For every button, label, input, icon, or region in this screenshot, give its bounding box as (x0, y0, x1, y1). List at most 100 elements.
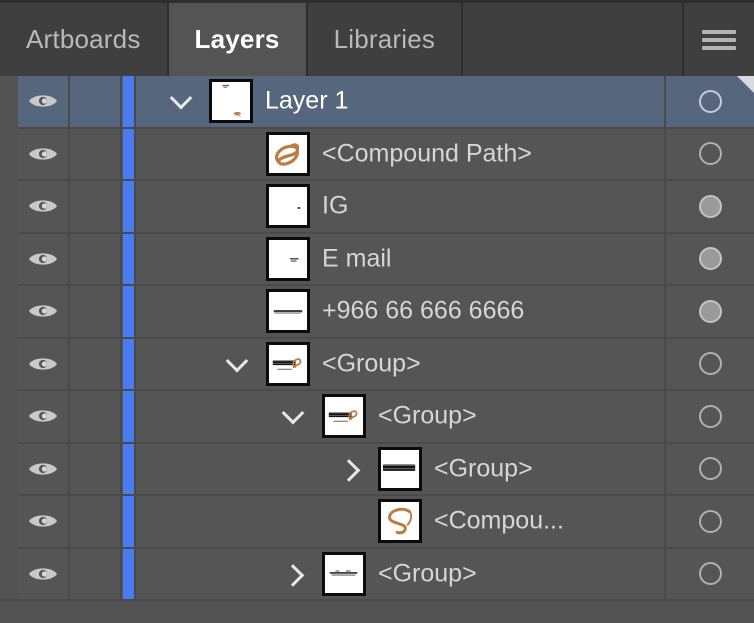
lock-toggle[interactable] (70, 496, 122, 547)
layer-name-label[interactable]: IG (322, 192, 348, 221)
layer-thumbnail[interactable] (378, 499, 422, 544)
layer-thumbnail[interactable] (378, 446, 422, 491)
target-circle[interactable] (698, 89, 722, 113)
layer-thumbnail[interactable] (266, 341, 310, 386)
layer-row[interactable]: <Group> (18, 338, 754, 391)
eye-icon (28, 512, 58, 530)
target-circle-filled[interactable] (698, 247, 722, 271)
layer-row[interactable]: <Compou... (18, 496, 754, 549)
layer-name-label[interactable]: <Compou... (434, 507, 564, 536)
target-column[interactable] (666, 339, 754, 390)
eye-icon (28, 145, 58, 163)
chevron-glyph (281, 563, 305, 587)
target-circle[interactable] (698, 404, 722, 428)
layer-name-label[interactable]: Layer 1 (265, 87, 348, 116)
selection-corner-marker (737, 76, 754, 93)
target-column[interactable] (666, 286, 754, 337)
layer-row[interactable]: +966 66 666 6666 (18, 286, 754, 339)
target-column[interactable] (666, 496, 754, 547)
visibility-toggle[interactable] (18, 76, 70, 127)
layer-name-label[interactable]: <Group> (378, 559, 477, 588)
chevron-right-icon[interactable] (280, 561, 306, 587)
target-column[interactable] (666, 181, 754, 232)
lock-toggle[interactable] (70, 338, 122, 389)
layers-list-container: Layer 1 <Compound Path> IG E mail +966 66 66… (0, 76, 754, 623)
tab-libraries[interactable]: Libraries (307, 3, 464, 76)
target-circle[interactable] (698, 142, 722, 166)
eye-icon (28, 565, 58, 583)
layer-thumbnail[interactable] (209, 79, 253, 124)
layer-row[interactable]: <Group> (18, 548, 754, 601)
target-column[interactable] (666, 234, 754, 285)
lock-toggle[interactable] (70, 233, 122, 284)
layer-thumbnail[interactable] (266, 289, 310, 334)
layer-thumbnail[interactable] (322, 394, 366, 439)
lock-toggle[interactable] (70, 181, 122, 232)
layer-name-label[interactable]: E mail (322, 244, 391, 273)
lock-toggle[interactable] (70, 391, 122, 442)
panel-menu-button[interactable] (684, 3, 754, 76)
layer-row[interactable]: <Compound Path> (18, 128, 754, 181)
tab-artboards[interactable]: Artboards (0, 3, 169, 76)
layer-color-swatch (122, 338, 134, 389)
visibility-toggle[interactable] (18, 496, 70, 547)
visibility-toggle[interactable] (18, 233, 70, 284)
layer-name-label[interactable]: <Compound Path> (322, 139, 532, 168)
layers-list: Layer 1 <Compound Path> IG E mail +966 66 66… (18, 76, 754, 601)
chevron-down-icon[interactable] (224, 349, 250, 377)
layer-thumbnail[interactable] (266, 236, 310, 281)
lock-toggle[interactable] (70, 443, 122, 494)
visibility-toggle[interactable] (18, 128, 70, 179)
target-circle[interactable] (698, 457, 722, 481)
tab-layers[interactable]: Layers (168, 3, 308, 76)
target-circle-filled[interactable] (698, 194, 722, 218)
target-circle[interactable] (698, 352, 722, 376)
target-column[interactable] (666, 129, 754, 180)
layer-color-swatch (122, 548, 134, 599)
target-column[interactable] (666, 549, 754, 600)
target-column[interactable] (666, 444, 754, 495)
layer-color-swatch (122, 181, 134, 232)
lock-toggle[interactable] (70, 286, 122, 337)
chevron-right-icon[interactable] (336, 456, 362, 482)
layer-color-strip (122, 443, 136, 494)
visibility-toggle[interactable] (18, 443, 70, 494)
layer-row[interactable]: <Group> (18, 443, 754, 496)
visibility-toggle[interactable] (18, 286, 70, 337)
visibility-toggle[interactable] (18, 548, 70, 599)
target-circle[interactable] (698, 509, 722, 533)
layer-row[interactable]: E mail (18, 233, 754, 286)
layer-name-label[interactable]: <Group> (322, 349, 421, 378)
layer-name-label[interactable]: <Group> (434, 454, 533, 483)
layer-thumbnail[interactable] (266, 184, 310, 229)
layer-row-content: <Group> (136, 391, 666, 442)
layer-color-swatch (122, 76, 134, 127)
lock-toggle[interactable] (70, 548, 122, 599)
layer-row-content: <Compou... (136, 496, 666, 547)
layer-row[interactable]: Layer 1 (18, 76, 754, 129)
visibility-toggle[interactable] (18, 181, 70, 232)
visibility-toggle[interactable] (18, 338, 70, 389)
target-column[interactable] (666, 391, 754, 442)
layer-thumbnail[interactable] (322, 551, 366, 596)
lock-toggle[interactable] (70, 76, 122, 127)
layer-name-label[interactable]: +966 66 666 6666 (322, 297, 524, 326)
layer-row[interactable]: IG (18, 181, 754, 234)
layer-color-swatch (122, 233, 134, 284)
target-circle[interactable] (698, 562, 722, 586)
layer-row-content: <Compound Path> (136, 128, 666, 179)
layer-name-label[interactable]: <Group> (378, 402, 477, 431)
layer-color-strip (122, 128, 136, 179)
eye-icon (28, 250, 58, 268)
layer-thumbnail[interactable] (266, 131, 310, 176)
eye-icon (28, 92, 58, 110)
chevron-down-icon[interactable] (168, 87, 194, 114)
layer-row[interactable]: <Group> (18, 391, 754, 444)
lock-toggle[interactable] (70, 128, 122, 179)
layer-row-content: E mail (136, 233, 666, 284)
visibility-toggle[interactable] (18, 391, 70, 442)
chevron-down-icon[interactable] (280, 402, 306, 429)
target-circle-filled[interactable] (698, 299, 722, 323)
layer-color-swatch (122, 128, 134, 179)
layer-color-strip (122, 548, 136, 599)
